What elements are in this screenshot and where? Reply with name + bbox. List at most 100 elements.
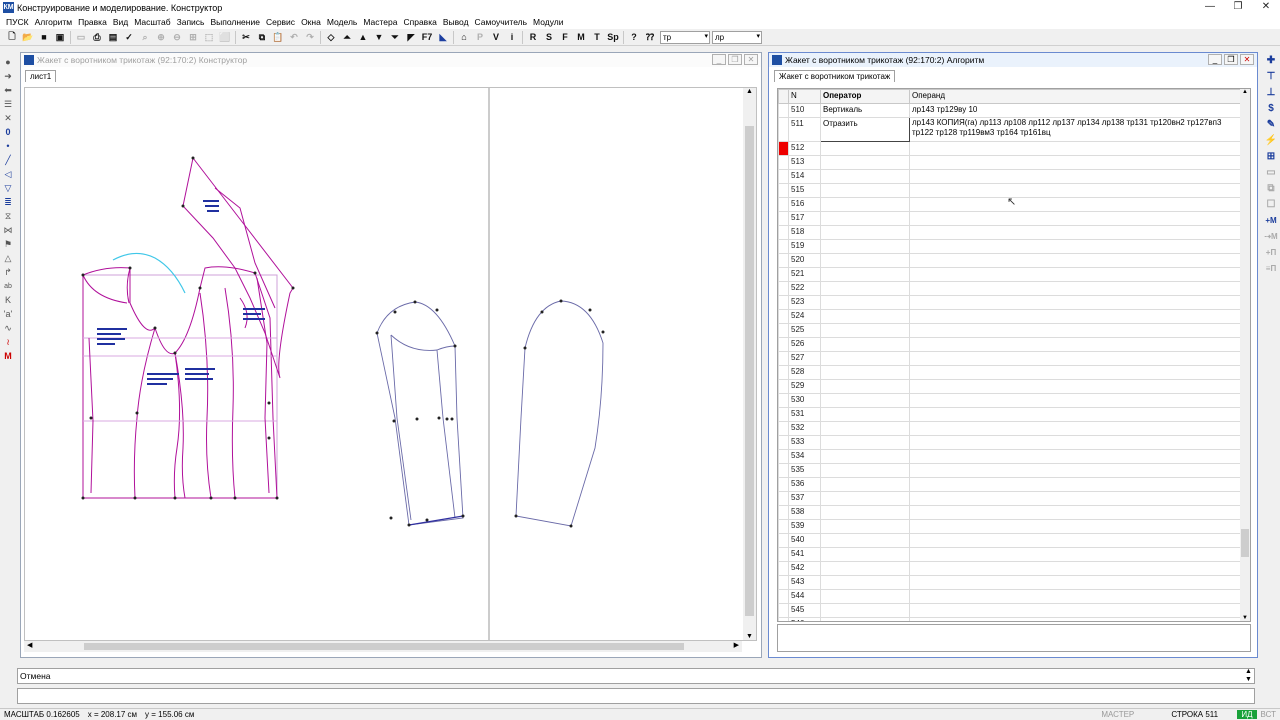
row-operand[interactable]: [909, 533, 1241, 548]
row-indicator[interactable]: [778, 449, 789, 464]
close-icon[interactable]: ✕: [1252, 0, 1280, 15]
row-operand[interactable]: [909, 225, 1241, 240]
row-indicator[interactable]: [778, 155, 789, 170]
row-indicator[interactable]: [778, 295, 789, 310]
row-operator[interactable]: [820, 463, 910, 478]
row-indicator[interactable]: [778, 225, 789, 240]
dot-icon[interactable]: •: [1, 139, 15, 153]
table-row[interactable]: 536: [778, 477, 1241, 492]
table-row[interactable]: 511 Отразить лр143 КОПИЯ(га) лр113 лр108 л…: [778, 117, 1241, 142]
row-indicator[interactable]: [778, 533, 789, 548]
table-row[interactable]: 540: [778, 533, 1241, 548]
row-operand[interactable]: [909, 491, 1241, 506]
command-input[interactable]: [17, 688, 1255, 704]
row-operator[interactable]: [820, 155, 910, 170]
row-indicator[interactable]: [778, 351, 789, 366]
row-operand[interactable]: [909, 589, 1241, 604]
redo-icon[interactable]: ↷: [302, 30, 318, 45]
save-icon[interactable]: ■: [36, 30, 52, 45]
open-folder-icon[interactable]: 📂: [20, 30, 36, 45]
row-operator[interactable]: [820, 561, 910, 576]
restore-icon[interactable]: ❐: [728, 54, 742, 65]
row-indicator[interactable]: [778, 169, 789, 184]
m-icon[interactable]: M: [1, 349, 15, 363]
row-operator[interactable]: [820, 141, 910, 156]
row-operand[interactable]: [909, 323, 1241, 338]
row-operator[interactable]: [820, 575, 910, 590]
restore-icon[interactable]: ❐: [1224, 0, 1252, 15]
arrow-left-icon[interactable]: ⬅: [1, 83, 15, 97]
row-operand[interactable]: [909, 519, 1241, 534]
row-indicator[interactable]: [778, 103, 789, 118]
menu-item[interactable]: Масштаб: [131, 15, 173, 29]
minimize-icon[interactable]: _: [712, 54, 726, 65]
combo-tr[interactable]: тр ▾: [660, 30, 710, 44]
row-operator[interactable]: [820, 393, 910, 408]
zoom-window-icon[interactable]: ⊞: [185, 30, 201, 45]
table-row[interactable]: 532: [778, 421, 1241, 436]
restore-icon[interactable]: ❐: [1224, 54, 1238, 65]
preview-icon[interactable]: ▭: [73, 30, 89, 45]
table-row[interactable]: 510 Вертикаль лр143 тр129ву 10: [778, 103, 1241, 118]
scroll-down-icon[interactable]: ▼: [743, 633, 756, 640]
table-row[interactable]: 543: [778, 575, 1241, 590]
menu-item[interactable]: Модель: [324, 15, 361, 29]
close-icon[interactable]: ✕: [1240, 54, 1254, 65]
circle-icon[interactable]: 0: [1, 125, 15, 139]
save-all-icon[interactable]: ▣: [52, 30, 68, 45]
row-operator[interactable]: [820, 379, 910, 394]
row-indicator[interactable]: [778, 267, 789, 282]
point-tool-icon[interactable]: ●: [1, 55, 15, 69]
toolbar-letter-button[interactable]: R: [525, 30, 541, 45]
move-down-icon[interactable]: ▼: [371, 30, 387, 45]
dollar-icon[interactable]: $: [1263, 100, 1279, 116]
table-row[interactable]: 529: [778, 379, 1241, 394]
canvas-horizontal-scrollbar[interactable]: ◀ ▶: [24, 641, 742, 652]
row-operator[interactable]: [820, 519, 910, 534]
table-row[interactable]: 539: [778, 519, 1241, 534]
eq-p-icon[interactable]: ≡П: [1263, 260, 1279, 276]
wand-icon[interactable]: ⚡: [1263, 132, 1279, 148]
toolbar-letter-button[interactable]: S: [541, 30, 557, 45]
curve-icon[interactable]: ≀: [1, 335, 15, 349]
row-operator[interactable]: [820, 449, 910, 464]
row-indicator[interactable]: [778, 463, 789, 478]
row-operator[interactable]: [820, 351, 910, 366]
row-operand[interactable]: лр143 КОПИЯ(га) лр113 лр108 лр112 лр137 …: [909, 117, 1241, 142]
menu-item[interactable]: ПУСК: [3, 15, 32, 29]
check-icon[interactable]: ✓: [121, 30, 137, 45]
menu-item[interactable]: Модули: [530, 15, 566, 29]
trapezoid-icon[interactable]: ▽: [1, 181, 15, 195]
scroll-right-icon[interactable]: ▶: [734, 641, 739, 649]
grid-vertical-scrollbar[interactable]: ▲ ▼: [1240, 89, 1250, 621]
box-icon[interactable]: ▭: [1263, 164, 1279, 180]
table-row[interactable]: 530: [778, 393, 1241, 408]
table-row[interactable]: 531: [778, 407, 1241, 422]
k-icon[interactable]: K: [1, 293, 15, 307]
toolbar-letter-button[interactable]: M: [573, 30, 589, 45]
tab-sheet1[interactable]: лист1: [25, 70, 57, 82]
row-operator[interactable]: [820, 281, 910, 296]
toolbar-letter-button[interactable]: V: [488, 30, 504, 45]
zoom-in-icon[interactable]: ⊕: [153, 30, 169, 45]
zoom-fit-icon[interactable]: ⬚: [201, 30, 217, 45]
table-row[interactable]: 546: [778, 617, 1241, 621]
table-row[interactable]: 521: [778, 267, 1241, 282]
table-row[interactable]: 528: [778, 365, 1241, 380]
row-indicator[interactable]: [778, 323, 789, 338]
operand-editor[interactable]: [777, 624, 1251, 652]
scroll-up-icon[interactable]: ▲: [1240, 89, 1250, 95]
table-row[interactable]: 544: [778, 589, 1241, 604]
row-indicator[interactable]: [778, 211, 789, 226]
row-operator[interactable]: [820, 211, 910, 226]
move-m-icon[interactable]: ⇢M: [1263, 228, 1279, 244]
row-operand[interactable]: [909, 449, 1241, 464]
row-operator[interactable]: [820, 435, 910, 450]
row-operator[interactable]: [820, 505, 910, 520]
row-operator[interactable]: [820, 547, 910, 562]
row-operand[interactable]: [909, 211, 1241, 226]
menu-item[interactable]: Выполнение: [207, 15, 262, 29]
minimize-icon[interactable]: _: [1208, 54, 1222, 65]
toolbar-letter-button[interactable]: i: [504, 30, 520, 45]
table-row[interactable]: 522: [778, 281, 1241, 296]
